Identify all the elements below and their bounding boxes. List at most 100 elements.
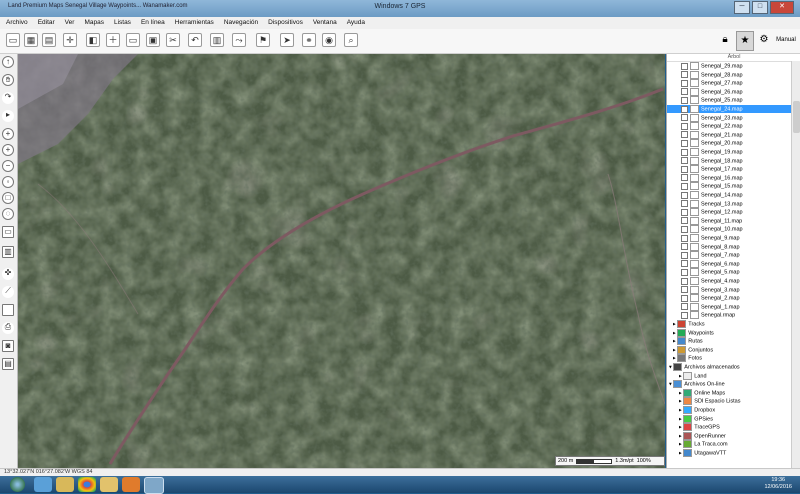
group-waypoints[interactable]: ▸ Waypoints <box>667 328 797 337</box>
clock[interactable]: 19:36 12/06/2016 <box>764 477 792 491</box>
visibility-checkbox[interactable] <box>681 200 688 208</box>
waypoint-icon[interactable]: ✜ <box>2 268 14 280</box>
image-icon[interactable]: ▦ <box>24 33 38 47</box>
rotate-icon[interactable]: ↷ <box>2 92 14 104</box>
visibility-checkbox[interactable] <box>681 311 688 319</box>
online-item[interactable]: ▸ Online Maps <box>667 388 800 397</box>
menu-archivo[interactable]: Archivo <box>6 17 28 29</box>
visibility-checkbox[interactable] <box>681 114 688 122</box>
map-item[interactable]: Senegal_8.map <box>667 242 800 251</box>
ie-icon[interactable] <box>34 477 52 492</box>
map-item[interactable]: Senegal_16.map <box>667 173 800 182</box>
group-tracks[interactable]: ▸ Tracks <box>667 320 797 328</box>
visibility-checkbox[interactable] <box>681 88 688 96</box>
pointer-icon[interactable]: ▸ <box>2 110 14 122</box>
online-item[interactable]: ▸ OpenRunner <box>667 431 800 440</box>
layer-icon[interactable]: ◧ <box>86 33 100 47</box>
folder-icon[interactable] <box>100 477 118 492</box>
online-item[interactable]: ▸ GPSies <box>667 414 800 423</box>
menu-ventana[interactable]: Ventana <box>313 17 337 29</box>
link-icon[interactable]: ⚭ <box>302 33 316 47</box>
zoom-prev-icon[interactable]: ◌ <box>2 208 14 220</box>
menu-en-linea[interactable]: En línea <box>141 17 165 29</box>
visibility-checkbox[interactable] <box>681 182 688 190</box>
car-icon[interactable]: ◉ <box>322 33 336 47</box>
measure-icon[interactable]: ▭ <box>2 226 14 238</box>
open-icon[interactable]: ▭ <box>126 33 140 47</box>
visibility-checkbox[interactable] <box>681 165 688 173</box>
visibility-checkbox[interactable] <box>681 131 688 139</box>
scrollbar-thumb[interactable] <box>793 101 800 133</box>
zoom-in-icon[interactable]: + <box>2 144 14 156</box>
visibility-checkbox[interactable] <box>681 286 688 294</box>
map-item[interactable]: Senegal_17.map <box>667 165 800 174</box>
menu-editar[interactable]: Editar <box>38 17 55 29</box>
online-files[interactable]: ▾ Archivos On-line <box>667 380 793 389</box>
lock-icon[interactable]: 🔒︎ <box>718 31 732 51</box>
cut-icon[interactable]: ✂ <box>166 33 180 47</box>
map-view[interactable]: 200 m 1.3m/pt 100% <box>18 54 665 468</box>
map-item[interactable]: Senegal_6.map <box>667 259 800 268</box>
ruler-icon[interactable]: ⟋ <box>2 286 14 298</box>
map-item[interactable]: Senegal_14.map <box>667 191 800 199</box>
map-item[interactable]: Senegal_29.map <box>667 62 800 70</box>
menu-ayuda[interactable]: Ayuda <box>347 17 365 29</box>
flag-icon[interactable]: ⚑ <box>256 33 270 47</box>
map-item[interactable]: Senegal_7.map <box>667 251 800 260</box>
visibility-checkbox[interactable] <box>681 62 688 70</box>
map-item[interactable]: Senegal_20.map <box>667 139 800 148</box>
visibility-checkbox[interactable] <box>681 217 688 225</box>
visibility-checkbox[interactable] <box>681 208 688 216</box>
map-item[interactable]: Senegal_11.map <box>667 216 800 225</box>
map-item[interactable]: Senegal_5.map <box>667 268 800 277</box>
gps-icon[interactable] <box>144 477 164 494</box>
clipboard-icon[interactable]: ▤ <box>42 33 56 47</box>
close-button[interactable]: ✕ <box>770 1 794 14</box>
menu-listas[interactable]: Listas <box>114 17 131 29</box>
group-fotos[interactable]: ▸ Fotos <box>667 354 797 363</box>
group-rutas[interactable]: ▸ Rutas <box>667 337 797 346</box>
send-icon[interactable]: ➤ <box>280 33 294 47</box>
map-item[interactable]: Senegal_13.map <box>667 199 800 208</box>
hand-icon[interactable]: ✋︎ <box>2 74 14 86</box>
camera-icon[interactable]: ◙ <box>2 340 14 352</box>
map-item[interactable]: Senegal_25.map <box>667 96 800 105</box>
layers-icon[interactable]: ▤ <box>2 358 14 370</box>
visibility-checkbox[interactable] <box>681 234 688 242</box>
online-item[interactable]: ▸ SDI Espacio Listas <box>667 397 800 406</box>
map-item[interactable]: Senegal_2.map <box>667 294 800 303</box>
north-icon[interactable]: ↑ <box>2 56 14 68</box>
zoom-out-icon[interactable]: − <box>2 160 14 172</box>
map-icon[interactable]: ▥ <box>210 33 224 47</box>
visibility-checkbox[interactable] <box>681 303 688 311</box>
visibility-checkbox[interactable] <box>681 139 688 147</box>
visibility-checkbox[interactable] <box>681 148 688 156</box>
visibility-checkbox[interactable] <box>681 251 688 259</box>
menu-mapas[interactable]: Mapas <box>84 17 104 29</box>
minimize-button[interactable]: ─ <box>734 1 750 14</box>
online-item[interactable]: ▸ UtagawaVTT <box>667 449 800 457</box>
map-item[interactable]: Senegal_19.map <box>667 148 800 156</box>
map-item[interactable]: Senegal_12.map <box>667 208 800 217</box>
online-item[interactable]: ▸ TraceGPS <box>667 423 800 432</box>
search-icon[interactable]: ⌕ <box>344 33 358 47</box>
visibility-checkbox[interactable] <box>681 71 688 79</box>
map-item[interactable]: Senegal_10.map <box>667 225 800 234</box>
map-item[interactable]: Senegal_1.map <box>667 302 800 311</box>
crosshair-icon[interactable]: + <box>2 128 14 140</box>
map-item[interactable]: Senegal_21.map <box>667 130 800 139</box>
visibility-checkbox[interactable] <box>681 122 688 130</box>
menu-dispositivos[interactable]: Dispositivos <box>268 17 303 29</box>
map-item[interactable]: Senegal_22.map <box>667 122 800 131</box>
visibility-checkbox[interactable] <box>681 243 688 251</box>
map-item[interactable]: Senegal_4.map <box>667 277 800 285</box>
visibility-checkbox[interactable] <box>681 105 688 113</box>
explorer-icon[interactable] <box>56 477 74 492</box>
visibility-checkbox[interactable] <box>681 268 688 276</box>
map-item[interactable]: Senegal_27.map <box>667 79 800 88</box>
zoom-fit-icon[interactable]: ◦ <box>2 176 14 188</box>
zoom-level[interactable]: 100% <box>637 458 651 464</box>
visibility-checkbox[interactable] <box>681 260 688 268</box>
menu-ver[interactable]: Ver <box>65 17 75 29</box>
gear-icon[interactable]: ⚙ <box>758 31 770 51</box>
